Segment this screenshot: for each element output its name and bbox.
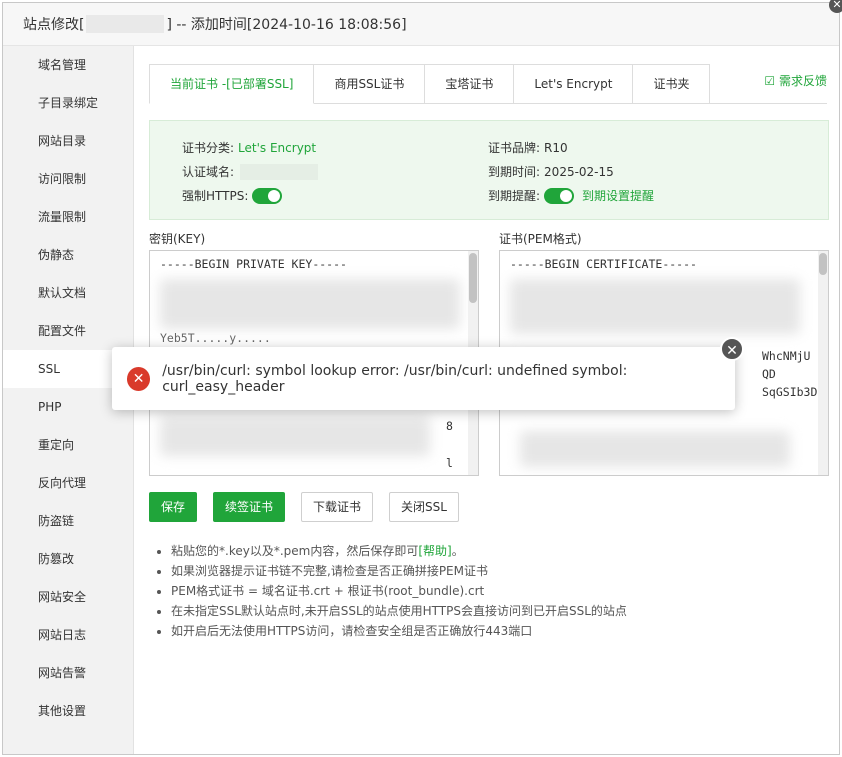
cert-domain-row: 认证域名: (182, 163, 319, 180)
sidebar-item-site-alert[interactable]: 网站告警 (3, 654, 133, 692)
cert-category-row: 证书分类: Let's Encrypt (182, 139, 316, 156)
renew-cert-button[interactable]: 续签证书 (213, 492, 285, 522)
expire-reminder-label: 到期提醒: (488, 189, 541, 203)
key-begin-line: -----BEGIN PRIVATE KEY----- (160, 257, 347, 271)
pem-scrollbar[interactable] (818, 251, 828, 475)
tab-cert-folder[interactable]: 证书夹 (633, 64, 711, 104)
expire-reminder-row: 到期提醒: 到期设置提醒 (488, 187, 654, 204)
tab-current-cert[interactable]: 当前证书 -[已部署SSL] (149, 64, 315, 104)
key-partial-line-3: l (446, 456, 453, 470)
sidebar-item-other-settings[interactable]: 其他设置 (3, 692, 133, 730)
feedback-icon: ☑ (764, 74, 776, 88)
sidebar-item-config[interactable]: 配置文件 (3, 312, 133, 350)
sidebar-item-site-dir[interactable]: 网站目录 (3, 122, 133, 160)
masked-site-name (86, 15, 165, 33)
tab-bt-cert[interactable]: 宝塔证书 (425, 64, 515, 104)
cert-domain-label: 认证域名: (182, 165, 235, 179)
download-cert-button[interactable]: 下载证书 (301, 492, 373, 522)
key-partial-line-1: Yeb5T.....y..... (160, 331, 271, 345)
tip-item: 如开启后无法使用HTTPS访问，请检查安全组是否正确放行443端口 (171, 621, 627, 641)
sidebar-item-default-doc[interactable]: 默认文档 (3, 274, 133, 312)
cert-expire-label: 到期时间: (488, 165, 541, 179)
pem-partial-line-3: SqGSIb3DQ (762, 385, 825, 399)
tip-end: 。 (451, 544, 464, 558)
sidebar-item-site-security[interactable]: 网站安全 (3, 578, 133, 616)
blurred-key-content (160, 279, 460, 329)
key-label: 密钥(KEY) (149, 232, 206, 246)
tab-lets-encrypt[interactable]: Let's Encrypt (514, 64, 634, 104)
expire-reminder-link[interactable]: 到期设置提醒 (582, 187, 654, 204)
help-link[interactable]: [帮助] (418, 544, 451, 558)
dialog-titlebar: 站点修改[ ] -- 添加时间[2024-10-16 18:08:56] ✕ (3, 0, 842, 46)
error-icon: ✕ (127, 366, 151, 391)
pem-scroll-thumb[interactable] (819, 253, 827, 275)
sidebar-item-redirect[interactable]: 重定向 (3, 426, 133, 464)
key-scroll-thumb[interactable] (469, 253, 477, 303)
sidebar-item-subdir[interactable]: 子目录绑定 (3, 84, 133, 122)
sidebar-item-reverse-proxy[interactable]: 反向代理 (3, 464, 133, 502)
dialog-title-prefix: 站点修改[ (23, 17, 85, 33)
error-toast: ✕ /usr/bin/curl: symbol lookup error: /u… (112, 347, 735, 410)
force-https-label: 强制HTTPS: (182, 189, 249, 203)
toast-close-icon[interactable]: ✕ (720, 337, 744, 361)
sidebar-item-tamper[interactable]: 防篡改 (3, 540, 133, 578)
tab-commercial-ssl[interactable]: 商用SSL证书 (314, 64, 426, 104)
save-button[interactable]: 保存 (149, 492, 197, 522)
cert-expire-row: 到期时间: 2025-02-15 (488, 163, 614, 180)
force-https-toggle[interactable] (252, 187, 283, 204)
sidebar-item-domain[interactable]: 域名管理 (3, 46, 133, 84)
dialog-title-suffix: ] -- 添加时间[2024-10-16 18:08:56] (166, 17, 407, 33)
sidebar-item-site-log[interactable]: 网站日志 (3, 616, 133, 654)
blurred-pem-content-2 (520, 431, 790, 467)
tip-item: 如果浏览器提示证书链不完整,请检查是否正确拼接PEM证书 (171, 561, 627, 581)
tip-text: 粘贴您的*.key以及*.pem内容，然后保存即可 (171, 544, 419, 558)
cert-brand-row: 证书品牌: R10 (488, 139, 568, 156)
expire-reminder-toggle[interactable] (544, 187, 575, 204)
sidebar-item-access-limit[interactable]: 访问限制 (3, 160, 133, 198)
cert-expire-value: 2025-02-15 (544, 164, 614, 179)
feedback-label: 需求反馈 (778, 74, 827, 88)
close-ssl-button[interactable]: 关闭SSL (389, 492, 459, 522)
force-https-row: 强制HTTPS: (182, 187, 283, 204)
feedback-link[interactable]: ☑ 需求反馈 (764, 72, 827, 89)
masked-domain (240, 163, 319, 180)
ssl-tabs: 当前证书 -[已部署SSL] 商用SSL证书 宝塔证书 Let's Encryp… (149, 64, 711, 104)
blurred-pem-content (510, 279, 800, 334)
sidebar-item-rewrite[interactable]: 伪静态 (3, 236, 133, 274)
tip-item: 在未指定SSL默认站点时,未开启SSL的站点使用HTTPS会直接访问到已开启SS… (171, 601, 627, 621)
tip-item: PEM格式证书 = 域名证书.crt + 根证书(root_bundle).cr… (171, 581, 627, 601)
cert-category-label: 证书分类: (182, 141, 235, 155)
tip-item: 粘贴您的*.key以及*.pem内容，然后保存即可[帮助]。 (171, 541, 627, 561)
cert-category-value: Let's Encrypt (238, 140, 317, 155)
ssl-tips: 粘贴您的*.key以及*.pem内容，然后保存即可[帮助]。 如果浏览器提示证书… (149, 541, 627, 641)
blurred-key-content-2 (160, 416, 430, 456)
cert-info-box: 证书分类: Let's Encrypt 证书品牌: R10 认证域名: 到期时间… (149, 120, 829, 220)
key-partial-line-2: 8 (446, 419, 453, 433)
cert-brand-label: 证书品牌: (488, 141, 541, 155)
sidebar-item-hotlink[interactable]: 防盗链 (3, 502, 133, 540)
close-icon[interactable]: ✕ (829, 0, 842, 13)
pem-partial-line-2: QD (762, 367, 776, 381)
pem-begin-line: -----BEGIN CERTIFICATE----- (510, 257, 697, 271)
error-message: /usr/bin/curl: symbol lookup error: /usr… (162, 362, 628, 395)
pem-partial-line-1: WhcNMjU (762, 349, 811, 363)
cert-brand-value: R10 (544, 140, 568, 155)
pem-label: 证书(PEM格式) (499, 232, 582, 246)
sidebar-item-traffic-limit[interactable]: 流量限制 (3, 198, 133, 236)
